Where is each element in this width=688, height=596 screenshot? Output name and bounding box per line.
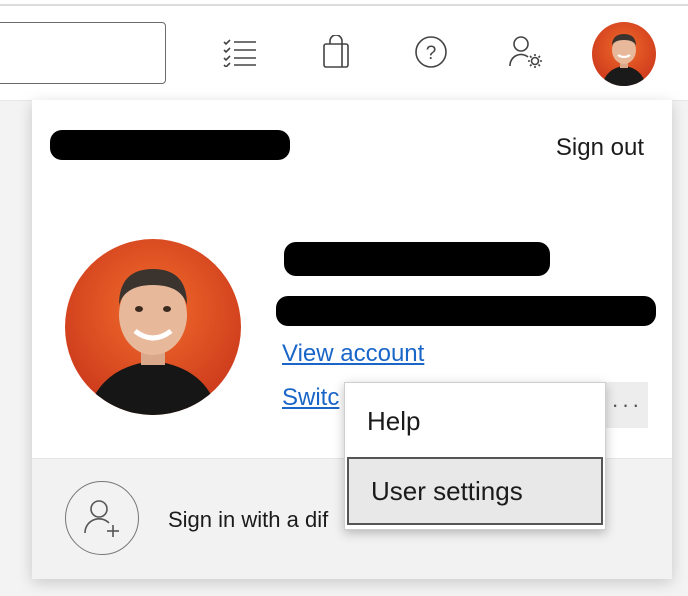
svg-text:?: ? xyxy=(426,43,437,64)
redacted-user-email xyxy=(276,296,656,326)
profile-avatar-button[interactable] xyxy=(592,22,656,86)
view-account-link[interactable]: View account xyxy=(282,340,424,368)
avatar-photo xyxy=(592,22,656,86)
more-options-button[interactable]: ··· xyxy=(606,382,648,428)
add-account-icon xyxy=(65,481,139,555)
sign-in-other-label[interactable]: Sign in with a dif xyxy=(168,507,328,533)
tasks-icon[interactable] xyxy=(222,34,258,70)
top-bar: ? xyxy=(0,0,688,101)
menu-item-help[interactable]: Help xyxy=(345,387,605,455)
shopping-bag-icon[interactable] xyxy=(318,34,354,70)
search-input[interactable] xyxy=(0,22,166,84)
menu-item-user-settings[interactable]: User settings xyxy=(347,457,603,525)
context-menu: Help User settings xyxy=(344,382,606,530)
help-icon[interactable]: ? xyxy=(413,34,449,70)
switch-directory-link[interactable]: Switc xyxy=(282,384,339,412)
sign-out-link[interactable]: Sign out xyxy=(556,134,644,162)
redacted-org-name xyxy=(50,130,290,160)
account-settings-icon[interactable] xyxy=(508,34,544,70)
top-divider xyxy=(0,4,688,6)
profile-photo xyxy=(65,239,241,415)
redacted-user-name xyxy=(284,242,550,276)
